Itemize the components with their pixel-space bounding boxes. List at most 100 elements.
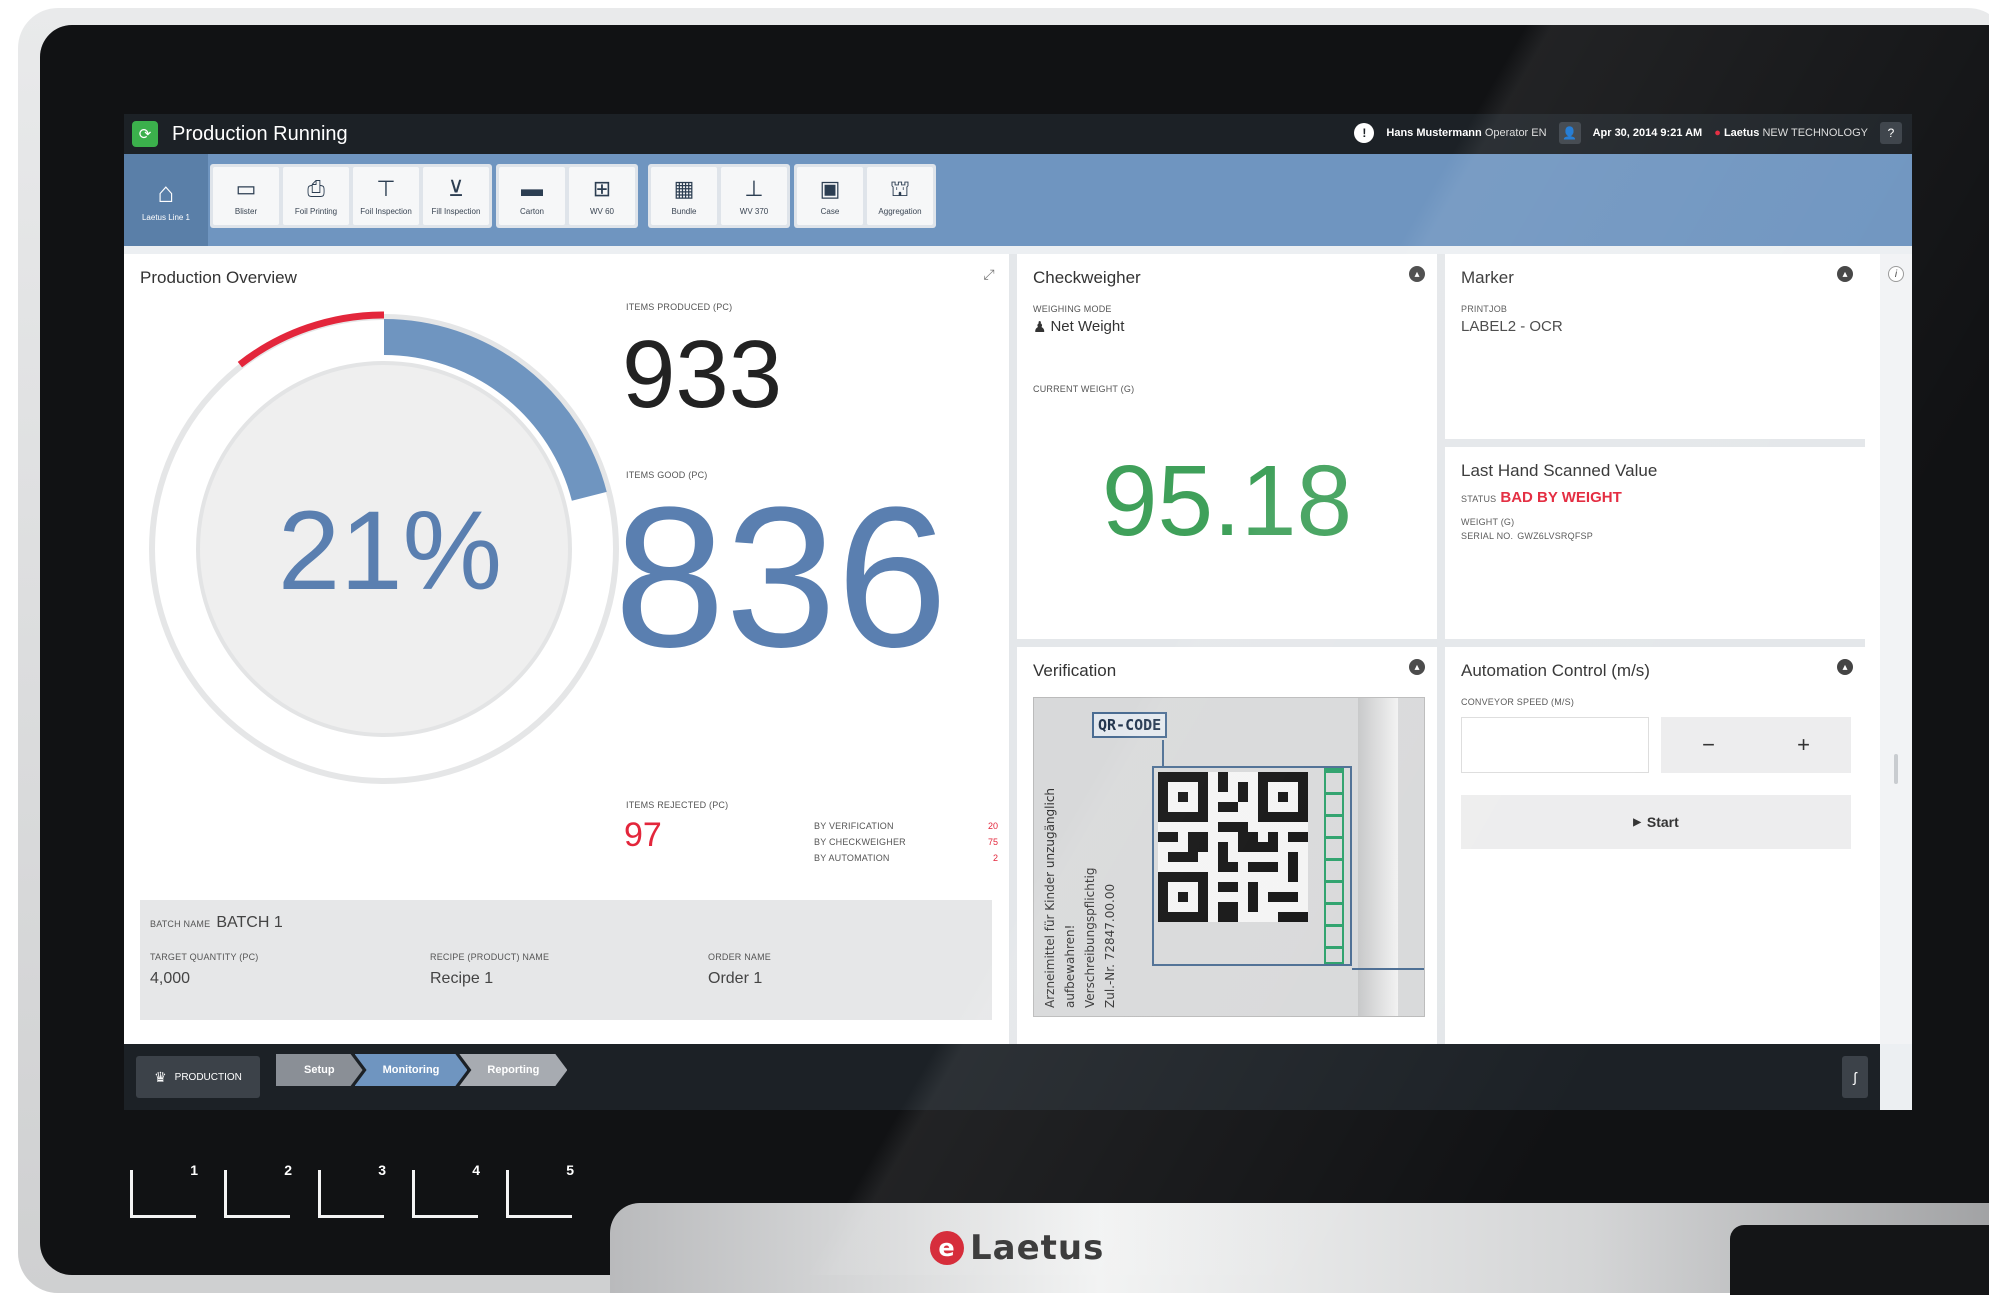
reject-row-label: By Automation xyxy=(814,853,890,863)
toolbar-button-carton[interactable]: ▬ Carton xyxy=(499,167,565,225)
title-bar-right: ! Hans Mustermann Operator EN 👤 Apr 30, … xyxy=(1354,122,1902,144)
tag-connector xyxy=(1162,740,1164,766)
user-icon[interactable]: 👤 xyxy=(1558,122,1581,144)
toolbar-button-label: Fill Inspection xyxy=(431,206,481,216)
hardware-key-3[interactable]: 3 xyxy=(318,1162,386,1218)
scan-serial-label: Serial No. xyxy=(1461,531,1514,541)
info-icon[interactable]: i xyxy=(1888,266,1904,282)
package-text-line: Arzneimittel für Kinder unzugänglich xyxy=(1043,787,1057,1008)
bundle-icon: ▦ xyxy=(673,175,695,201)
app-title: Production Running xyxy=(172,122,348,145)
hardware-key-label: 1 xyxy=(190,1162,198,1178)
title-bar: ⟳ Production Running ! Hans Mustermann O… xyxy=(124,114,1912,154)
reject-row-label: By Verification xyxy=(814,821,894,831)
scan-serial-value: GWZ6LVSRQFSP xyxy=(1517,531,1593,541)
batch-name-label: Batch Name xyxy=(150,919,211,929)
info-icon[interactable]: ! xyxy=(1354,123,1375,143)
qr-code-tag: QR-CODE xyxy=(1092,712,1168,738)
hardware-key-1[interactable]: 1 xyxy=(130,1162,198,1218)
blister-icon: ▭ xyxy=(235,175,257,201)
hardware-key-4[interactable]: 4 xyxy=(412,1162,480,1218)
scrollbar-thumb[interactable] xyxy=(1894,754,1898,784)
conveyor-speed-input[interactable] xyxy=(1461,717,1649,773)
reject-breakdown: By Verification 20 By Checkweigher 75 By A… xyxy=(814,818,998,866)
batch-name-row: Batch Name BATCH 1 xyxy=(150,914,283,932)
reject-row: By Automation 2 xyxy=(814,850,998,866)
carton-icon: ▬ xyxy=(521,175,543,201)
row-divider xyxy=(1445,439,1865,447)
reject-row: By Checkweigher 75 xyxy=(814,834,998,850)
production-overview-panel: Production Overview ⤢ 21% Items Produced… xyxy=(124,254,1009,1044)
toolbar-button-label: Foil Inspection xyxy=(360,206,412,216)
home-button[interactable]: ⌂ Laetus Line 1 xyxy=(124,154,208,246)
toolbar-button-bundle[interactable]: ▦ Bundle xyxy=(651,167,717,225)
brand-name: Laetus xyxy=(1723,127,1760,139)
hardware-key-label: 5 xyxy=(566,1162,574,1178)
start-button[interactable]: ▶ Start xyxy=(1461,795,1851,849)
column-divider xyxy=(1009,254,1017,1044)
step-setup[interactable]: Setup xyxy=(276,1054,363,1086)
device-brand-name: Laetus xyxy=(970,1228,1105,1268)
step-monitoring[interactable]: Monitoring xyxy=(355,1054,468,1086)
laetus-logo-icon: e xyxy=(930,1231,964,1265)
items-good-value: 836 xyxy=(614,466,948,689)
brand-tagline: NEW TECHNOLOGY xyxy=(1762,127,1868,139)
target-quantity-label: Target Quantity (pc) xyxy=(150,952,259,962)
toolbar-button-foil-printing[interactable]: ⎙ Foil Printing xyxy=(283,167,349,225)
increase-speed-button[interactable]: + xyxy=(1756,717,1851,773)
decrease-speed-button[interactable]: − xyxy=(1661,717,1756,773)
package-text: Arzneimittel für Kinder unzugänglich auf… xyxy=(1040,708,1120,1008)
checkweigher-panel: Checkweigher ▴ Weighing Mode ♟ Net Weigh… xyxy=(1017,254,1437,639)
panel-menu-icon[interactable]: ▴ xyxy=(1837,659,1853,675)
hardware-key-5[interactable]: 5 xyxy=(506,1162,574,1218)
help-button[interactable]: ? xyxy=(1880,122,1902,144)
brand-info: ● Laetus NEW TECHNOLOGY xyxy=(1714,127,1868,139)
batch-name-value: BATCH 1 xyxy=(216,914,283,931)
toolbar-button-foil-inspection[interactable]: ⊤ Foil Inspection xyxy=(353,167,419,225)
panel-title: Verification xyxy=(1033,661,1117,680)
conveyor-speed-label: Conveyor Speed (m/s) xyxy=(1461,697,1575,707)
alarm-arc xyxy=(237,311,385,368)
panel-menu-icon[interactable]: ▴ xyxy=(1409,659,1425,675)
hardware-key-label: 4 xyxy=(472,1162,480,1178)
panel-menu-icon[interactable]: ▴ xyxy=(1837,266,1853,282)
toolbar-button-label: Bundle xyxy=(671,206,697,216)
device-foot xyxy=(1730,1225,1989,1295)
panel-title: Automation Control (m/s) xyxy=(1461,661,1650,680)
package-text-line: Verschreibungspflichtig xyxy=(1083,867,1097,1008)
datetime: Apr 30, 2014 9:21 AM xyxy=(1592,127,1703,139)
toolbar-button-label: Aggregation xyxy=(878,206,922,216)
items-produced-label: Items Produced (pc) xyxy=(626,302,733,312)
hardware-key-2[interactable]: 2 xyxy=(224,1162,292,1218)
weighing-mode-label: Weighing Mode xyxy=(1033,304,1112,314)
toolbar-button-blister[interactable]: ▭ Blister xyxy=(213,167,279,225)
panel-menu-icon[interactable]: ▴ xyxy=(1409,266,1425,282)
toolbar-button-wv60[interactable]: ⊞ WV 60 xyxy=(569,167,635,225)
case-icon: ▣ xyxy=(819,175,841,201)
expand-icon[interactable]: ⤢ xyxy=(981,266,997,282)
toolbar-button-label: WV 60 xyxy=(589,206,614,216)
panel-title: Marker xyxy=(1461,268,1514,287)
current-weight-label: Current Weight (g) xyxy=(1033,384,1135,394)
signature-button[interactable]: ʃ xyxy=(1842,1056,1868,1098)
verification-camera-image: Arzneimittel für Kinder unzugänglich auf… xyxy=(1033,697,1425,1017)
camera-icon: ⊤ xyxy=(376,175,396,201)
step-reporting[interactable]: Reporting xyxy=(459,1054,567,1086)
scan-serial-row: Serial No. GWZ6LVSRQFSP xyxy=(1461,531,1593,541)
recipe-label: Recipe (Product) Name xyxy=(430,952,550,962)
production-button[interactable]: ♛ Production xyxy=(136,1056,260,1098)
screen: ⟳ Production Running ! Hans Mustermann O… xyxy=(124,114,1912,1110)
bottom-bar: ♛ Production Setup Monitoring Reporting … xyxy=(124,1044,1880,1110)
barcode-detection-box xyxy=(1324,768,1344,964)
play-icon: ▶ xyxy=(1633,816,1641,828)
toolbar-button-fill-inspection[interactable]: ⊻ Fill Inspection xyxy=(423,167,489,225)
toolbar-button-case[interactable]: ▣ Case xyxy=(797,167,863,225)
toolbar-group-bundle: ▦ Bundle ⊥ WV 370 xyxy=(648,164,790,228)
progress-ring: 21% xyxy=(149,311,619,784)
hardware-key-label: 3 xyxy=(378,1162,386,1178)
toolbar-button-wv370[interactable]: ⊥ WV 370 xyxy=(721,167,787,225)
target-quantity-value: 4,000 xyxy=(150,970,191,987)
panel-title: Production Overview xyxy=(140,268,297,287)
machine-toolbar: ⌂ Laetus Line 1 ▭ Blister ⎙ Foil Printing … xyxy=(124,154,1912,246)
toolbar-button-aggregation[interactable]: ⛫ Aggregation xyxy=(867,167,933,225)
